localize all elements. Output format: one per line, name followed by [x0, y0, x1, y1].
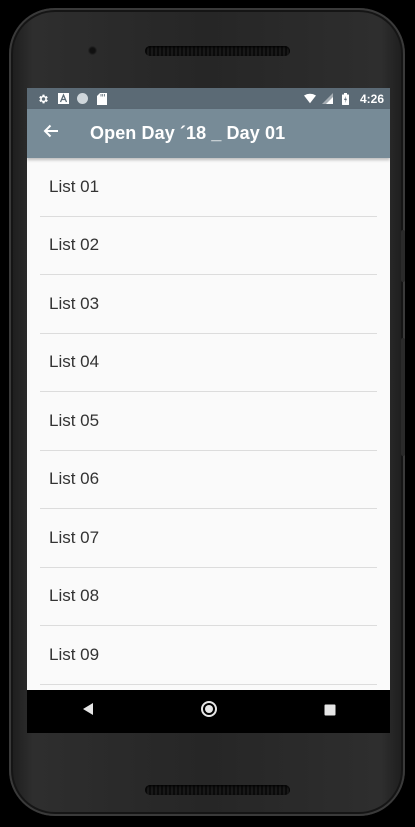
list-item[interactable]: List 06: [40, 451, 377, 509]
bottom-speaker: [145, 785, 290, 795]
list-item[interactable]: List 04: [40, 334, 377, 392]
list: List 01 List 02 List 03 List 04 List 05 …: [27, 158, 390, 690]
circle-icon: [77, 93, 88, 104]
list-item-label: List 06: [49, 469, 100, 489]
power-button: [401, 230, 405, 282]
back-button[interactable]: [27, 109, 75, 158]
list-item-label: List 03: [49, 293, 100, 313]
front-camera: [88, 46, 97, 55]
navigation-bar: [27, 690, 390, 733]
volume-button: [401, 338, 405, 456]
top-speaker: [145, 46, 290, 56]
list-item[interactable]: List 07: [40, 509, 377, 568]
home-circle-icon: [200, 700, 218, 723]
list-item-label: List 04: [49, 352, 100, 372]
list-item-label: List 05: [49, 410, 100, 430]
list-item-label: List 07: [49, 527, 100, 547]
list-item[interactable]: List 03: [40, 275, 377, 334]
list-item[interactable]: List 09: [40, 626, 377, 685]
list-item[interactable]: List 01: [40, 158, 377, 217]
list-item[interactable]: List 02: [40, 217, 377, 275]
status-bar: 4:26: [27, 88, 390, 109]
status-time: 4:26: [359, 91, 384, 106]
page-title: Open Day ´18 _ Day 01: [90, 123, 286, 143]
list-item-label: List 09: [49, 644, 100, 664]
nav-back-button[interactable]: [68, 690, 108, 733]
list-item-label: List 01: [49, 176, 100, 196]
signal-icon: [322, 93, 334, 105]
a-icon: [57, 93, 69, 105]
back-triangle-icon: [82, 702, 94, 721]
nav-home-button[interactable]: [189, 690, 229, 733]
gear-icon: [37, 93, 49, 105]
arrow-back-icon: [43, 123, 59, 144]
sd-card-icon: [96, 92, 108, 105]
battery-charging-icon: [340, 92, 352, 105]
list-item-label: List 08: [49, 586, 100, 606]
nav-recents-button[interactable]: [310, 690, 350, 733]
screen: 4:26 Open Day ´18 _ Day 01 List 01 List …: [27, 88, 390, 733]
wifi-icon: [303, 93, 316, 105]
list-item[interactable]: List 08: [40, 568, 377, 626]
recents-square-icon: [324, 703, 336, 721]
app-bar: Open Day ´18 _ Day 01: [27, 109, 390, 158]
list-item-label: List 02: [49, 235, 100, 255]
list-item[interactable]: List 05: [40, 392, 377, 451]
